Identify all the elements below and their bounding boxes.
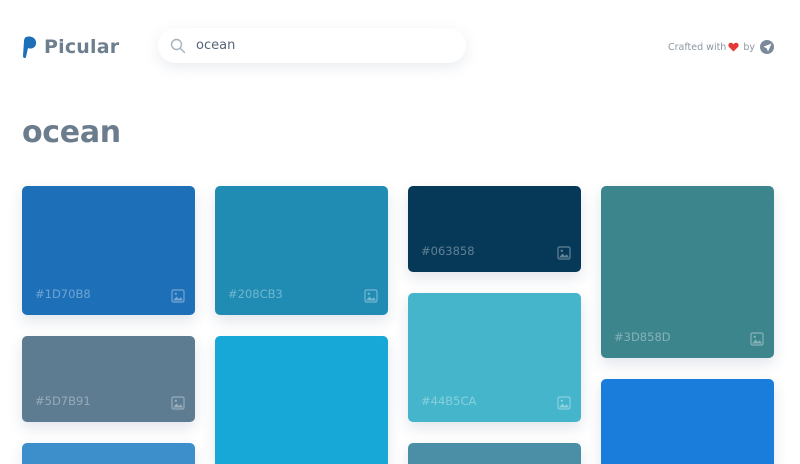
hex-label: #3D858D [614, 330, 671, 344]
image-icon[interactable] [557, 246, 571, 260]
image-icon[interactable] [750, 332, 764, 346]
color-grid: #1D70B8 #5D7B91 #208CB3 #063858 #44B5CA … [0, 0, 800, 464]
hex-label: #1D70B8 [35, 287, 91, 301]
hex-label: #44B5CA [421, 394, 477, 408]
color-tile[interactable]: #208CB3 [215, 186, 388, 315]
color-tile[interactable]: #3D858D [601, 186, 774, 358]
color-tile[interactable]: #5D7B91 [22, 336, 195, 422]
image-icon[interactable] [171, 289, 185, 303]
hex-label: #5D7B91 [35, 394, 91, 408]
color-tile[interactable] [215, 336, 388, 464]
color-tile[interactable]: #44B5CA [408, 293, 581, 422]
color-tile[interactable] [601, 379, 774, 464]
color-tile[interactable] [22, 443, 195, 464]
color-tile[interactable]: #063858 [408, 186, 581, 272]
image-icon[interactable] [171, 396, 185, 410]
color-tile[interactable]: #1D70B8 [22, 186, 195, 315]
hex-label: #063858 [421, 244, 475, 258]
image-icon[interactable] [364, 289, 378, 303]
hex-label: #208CB3 [228, 287, 283, 301]
image-icon[interactable] [557, 396, 571, 410]
color-tile[interactable] [408, 443, 581, 464]
